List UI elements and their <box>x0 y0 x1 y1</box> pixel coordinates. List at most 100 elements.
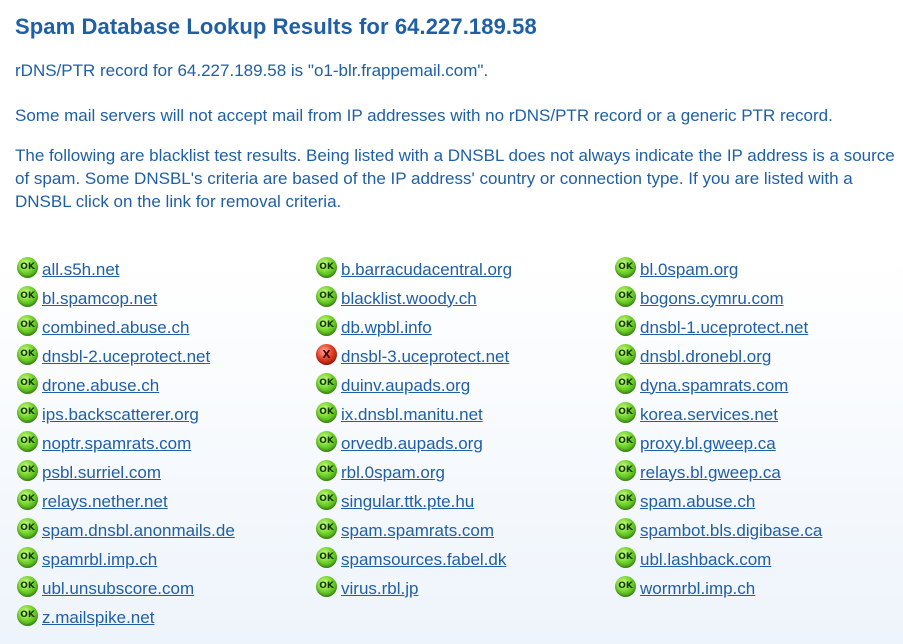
ok-status-icon: OK <box>615 518 636 539</box>
ok-status-icon: OK <box>615 489 636 510</box>
status-icon-label: X <box>322 348 331 361</box>
blacklist-item: OK db.wpbl.info <box>316 313 615 342</box>
blacklist-item: OK all.s5h.net <box>17 255 316 284</box>
blacklist-link[interactable]: dyna.spamrats.com <box>640 376 788 396</box>
status-icon-label: OK <box>20 552 35 562</box>
blacklist-link[interactable]: combined.abuse.ch <box>42 318 189 338</box>
blacklist-link[interactable]: ubl.unsubscore.com <box>42 579 194 599</box>
status-icon-label: OK <box>20 581 35 591</box>
blacklist-item: OK ips.backscatterer.org <box>17 400 316 429</box>
blacklist-link[interactable]: relays.bl.gweep.ca <box>640 463 781 483</box>
blacklist-item: OK wormrbl.imp.ch <box>615 574 903 603</box>
blacklist-link[interactable]: wormrbl.imp.ch <box>640 579 755 599</box>
blacklist-item: OK proxy.bl.gweep.ca <box>615 429 903 458</box>
blacklist-link[interactable]: z.mailspike.net <box>42 608 154 628</box>
ok-status-icon: OK <box>17 431 38 452</box>
blacklist-link[interactable]: spambot.bls.digibase.ca <box>640 521 822 541</box>
blacklist-item: OK dnsbl-2.uceprotect.net <box>17 342 316 371</box>
blacklist-item: OK ubl.unsubscore.com <box>17 574 316 603</box>
ok-status-icon: OK <box>316 315 337 336</box>
status-icon-label: OK <box>319 262 334 272</box>
blacklist-item: OK spam.dnsbl.anonmails.de <box>17 516 316 545</box>
blacklist-link[interactable]: bl.spamcop.net <box>42 289 157 309</box>
blacklist-link[interactable]: spam.abuse.ch <box>640 492 755 512</box>
ok-status-icon: OK <box>316 373 337 394</box>
status-icon-label: OK <box>319 407 334 417</box>
ok-status-icon: OK <box>316 286 337 307</box>
blacklist-item: OK spamrbl.imp.ch <box>17 545 316 574</box>
status-icon-label: OK <box>20 262 35 272</box>
blacklist-link[interactable]: all.s5h.net <box>42 260 120 280</box>
blacklist-link[interactable]: dnsbl-1.uceprotect.net <box>640 318 808 338</box>
status-icon-label: OK <box>319 465 334 475</box>
status-icon-label: OK <box>618 349 633 359</box>
blacklist-link[interactable]: rbl.0spam.org <box>341 463 445 483</box>
blacklist-link[interactable]: korea.services.net <box>640 405 778 425</box>
status-icon-label: OK <box>618 552 633 562</box>
ok-status-icon: OK <box>316 576 337 597</box>
blacklist-item: OK korea.services.net <box>615 400 903 429</box>
blacklist-item: OK dyna.spamrats.com <box>615 371 903 400</box>
status-icon-label: OK <box>618 581 633 591</box>
ok-status-icon: OK <box>615 576 636 597</box>
blacklist-link[interactable]: psbl.surriel.com <box>42 463 161 483</box>
ok-status-icon: OK <box>17 373 38 394</box>
status-icon-label: OK <box>319 581 334 591</box>
blacklist-item: OK spambot.bls.digibase.ca <box>615 516 903 545</box>
ok-status-icon: OK <box>17 605 38 626</box>
blacklist-link[interactable]: ips.backscatterer.org <box>42 405 199 425</box>
status-icon-label: OK <box>618 494 633 504</box>
ok-status-icon: OK <box>615 257 636 278</box>
blacklist-link[interactable]: spam.spamrats.com <box>341 521 494 541</box>
ok-status-icon: OK <box>615 547 636 568</box>
ok-status-icon: OK <box>17 344 38 365</box>
status-icon-label: OK <box>20 465 35 475</box>
ok-status-icon: OK <box>17 460 38 481</box>
status-icon-label: OK <box>20 291 35 301</box>
blacklist-link[interactable]: drone.abuse.ch <box>42 376 159 396</box>
blacklist-link[interactable]: bl.0spam.org <box>640 260 738 280</box>
status-icon-label: OK <box>20 610 35 620</box>
blacklist-link[interactable]: proxy.bl.gweep.ca <box>640 434 776 454</box>
status-icon-label: OK <box>20 349 35 359</box>
blacklist-item: OK psbl.surriel.com <box>17 458 316 487</box>
ok-status-icon: OK <box>615 402 636 423</box>
blacklist-item: OK singular.ttk.pte.hu <box>316 487 615 516</box>
status-icon-label: OK <box>618 465 633 475</box>
status-icon-label: OK <box>618 291 633 301</box>
blacklist-link[interactable]: db.wpbl.info <box>341 318 432 338</box>
blacklist-link[interactable]: noptr.spamrats.com <box>42 434 191 454</box>
blacklist-item: OK spam.abuse.ch <box>615 487 903 516</box>
blacklist-link[interactable]: dnsbl.dronebl.org <box>640 347 771 367</box>
blacklist-link[interactable]: spam.dnsbl.anonmails.de <box>42 521 235 541</box>
ok-status-icon: OK <box>316 257 337 278</box>
blacklist-link[interactable]: b.barracudacentral.org <box>341 260 512 280</box>
blacklist-link[interactable]: orvedb.aupads.org <box>341 434 483 454</box>
status-icon-label: OK <box>319 552 334 562</box>
blacklist-item: OK z.mailspike.net <box>17 603 316 632</box>
blacklist-link[interactable]: dnsbl-3.uceprotect.net <box>341 347 509 367</box>
ok-status-icon: OK <box>615 460 636 481</box>
blacklist-link[interactable]: ix.dnsbl.manitu.net <box>341 405 483 425</box>
status-icon-label: OK <box>20 407 35 417</box>
page-title: Spam Database Lookup Results for 64.227.… <box>15 14 537 39</box>
blacklist-link[interactable]: spamrbl.imp.ch <box>42 550 157 570</box>
blacklist-link[interactable]: blacklist.woody.ch <box>341 289 477 309</box>
ok-status-icon: OK <box>615 431 636 452</box>
status-icon-label: OK <box>319 320 334 330</box>
blacklist-link[interactable]: dnsbl-2.uceprotect.net <box>42 347 210 367</box>
blacklist-link[interactable]: bogons.cymru.com <box>640 289 784 309</box>
blacklist-link[interactable]: singular.ttk.pte.hu <box>341 492 474 512</box>
blacklist-link[interactable]: relays.nether.net <box>42 492 168 512</box>
blacklist-item: OK relays.bl.gweep.ca <box>615 458 903 487</box>
status-icon-label: OK <box>618 436 633 446</box>
results-column-2: OK b.barracudacentral.org OK blacklist.wood… <box>316 255 615 603</box>
blacklist-item: OK bl.0spam.org <box>615 255 903 284</box>
blacklist-link[interactable]: ubl.lashback.com <box>640 550 771 570</box>
blacklist-link[interactable]: duinv.aupads.org <box>341 376 470 396</box>
blacklist-item: OK bl.spamcop.net <box>17 284 316 313</box>
blacklist-link[interactable]: virus.rbl.jp <box>341 579 418 599</box>
blacklist-item: OK ix.dnsbl.manitu.net <box>316 400 615 429</box>
blacklist-link[interactable]: spamsources.fabel.dk <box>341 550 506 570</box>
blacklist-item: OK drone.abuse.ch <box>17 371 316 400</box>
